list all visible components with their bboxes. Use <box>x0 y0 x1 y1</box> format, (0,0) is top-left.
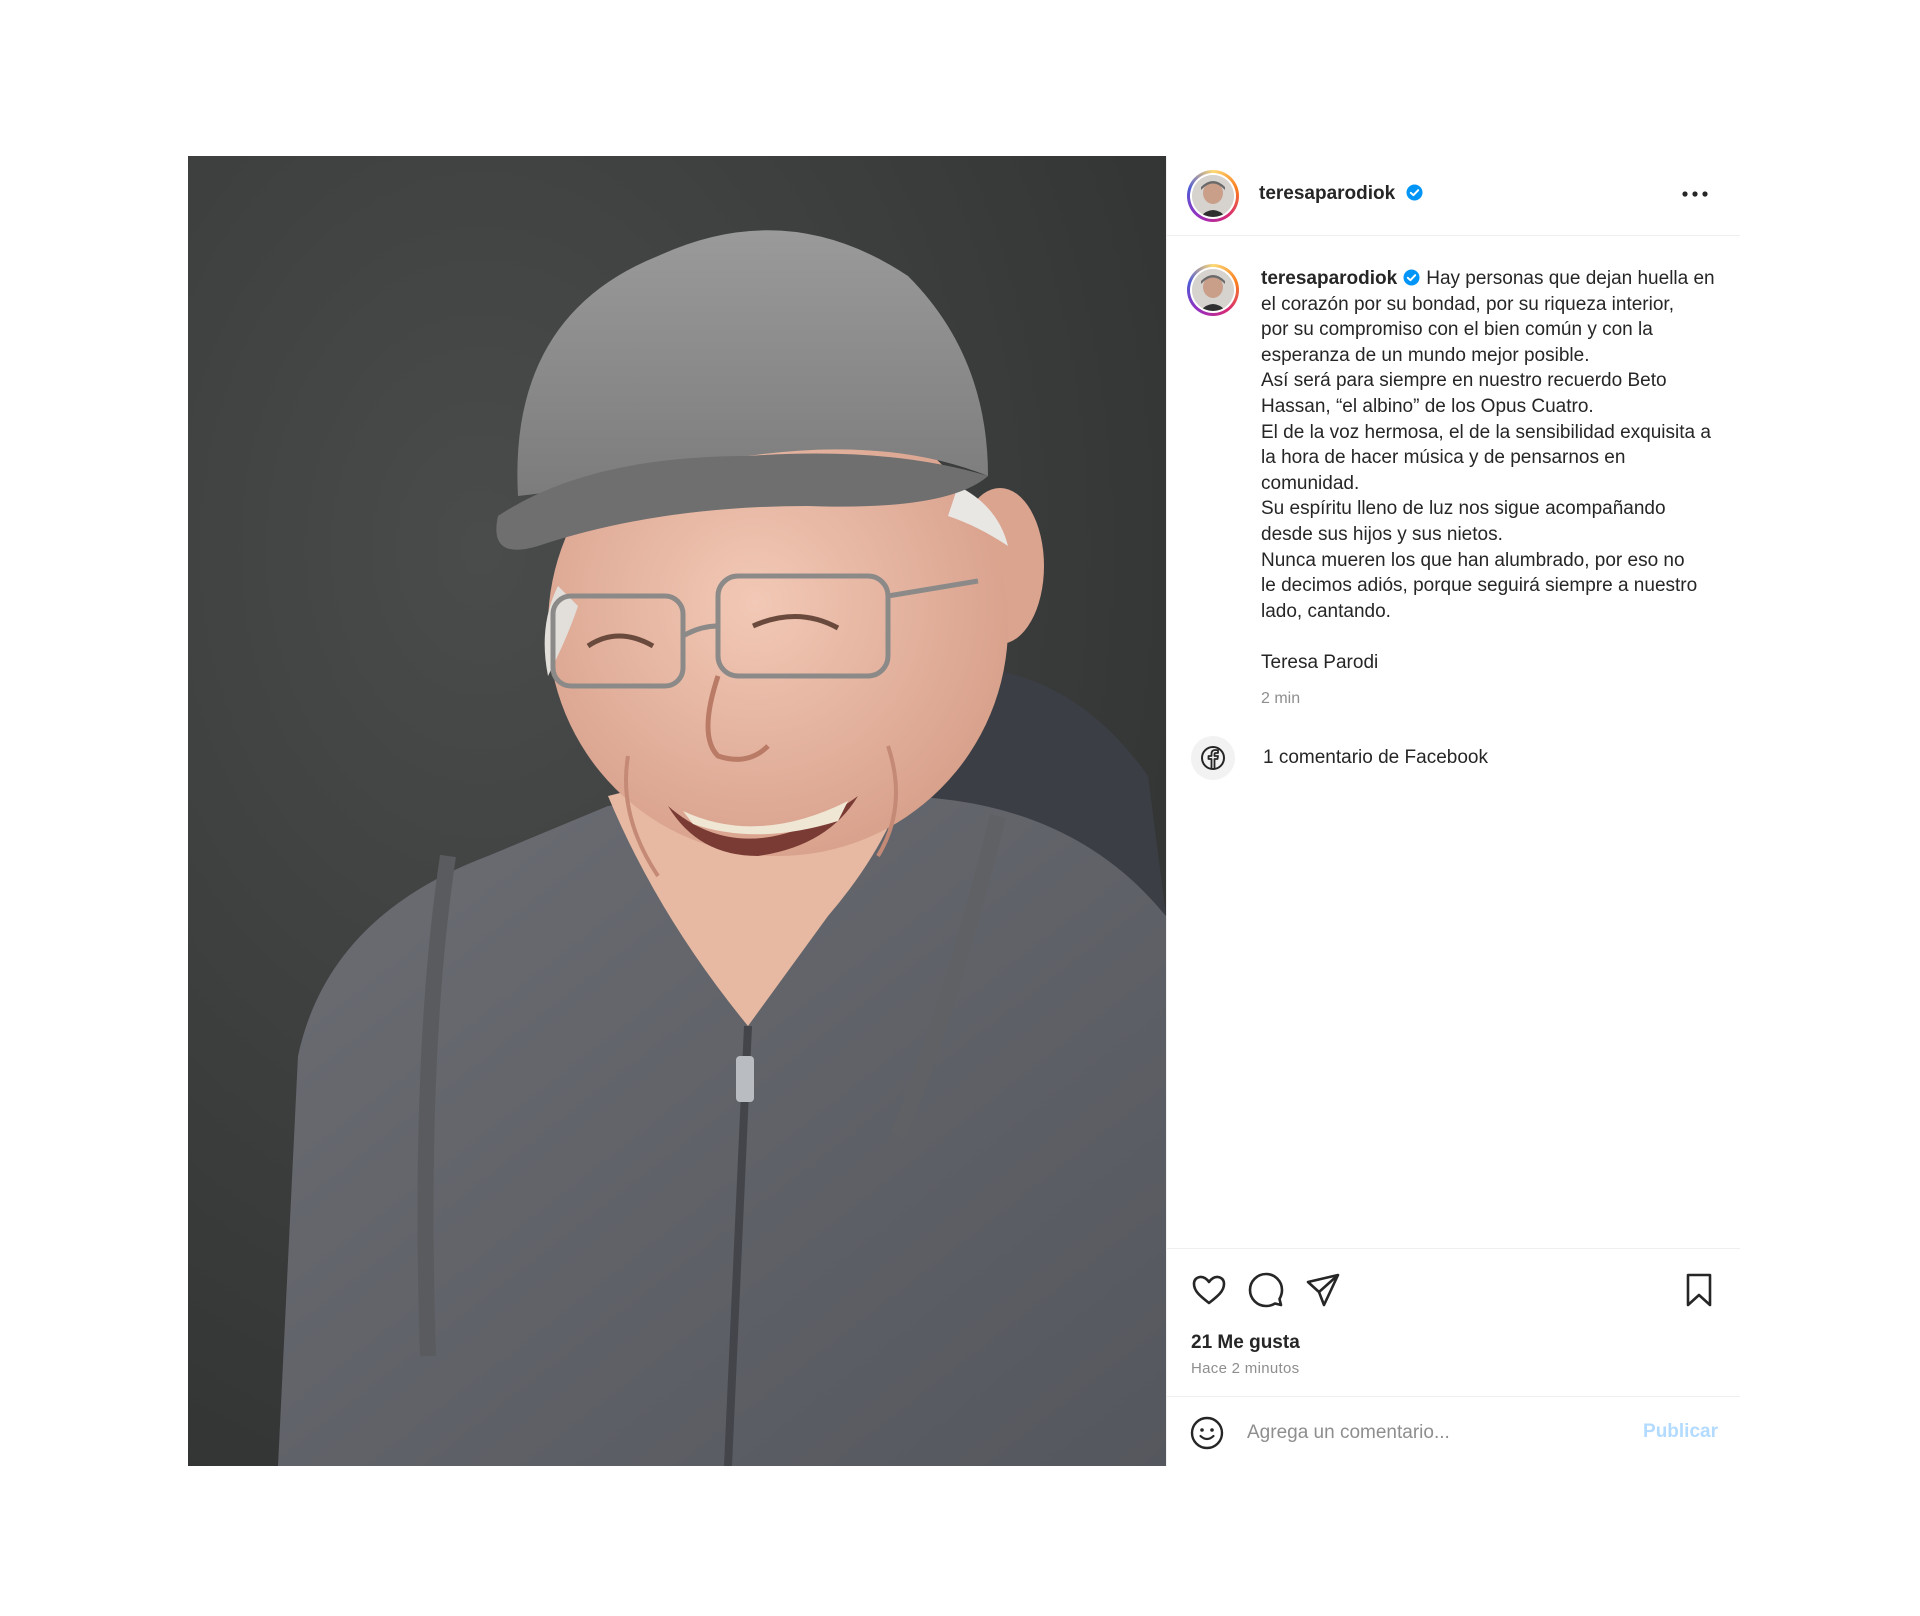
caption-text-line: le decimos adiós, porque seguirá siempre… <box>1261 575 1698 597</box>
post-side-panel: teresaparodiok teresaparodiok Hay person… <box>1166 156 1740 1466</box>
caption-text-line: comunidad. <box>1261 472 1360 494</box>
caption-text-line: el corazón por su bondad, por su riqueza… <box>1261 293 1674 315</box>
comment-bubble-icon[interactable] <box>1246 1270 1286 1310</box>
post-header: teresaparodiok <box>1167 156 1740 236</box>
likes-count[interactable]: 21 Me gusta <box>1191 1332 1300 1354</box>
author-avatar[interactable] <box>1187 170 1239 222</box>
save-bookmark-icon[interactable] <box>1679 1270 1719 1310</box>
facebook-icon <box>1191 736 1235 780</box>
caption-signature: Teresa Parodi <box>1261 652 1379 674</box>
posted-time: Hace 2 minutos <box>1191 1360 1300 1377</box>
caption-text-line: Su espíritu lleno de luz nos sigue acomp… <box>1261 498 1666 520</box>
avatar-ring <box>1190 173 1236 219</box>
comment-composer: Publicar <box>1167 1396 1740 1466</box>
caption-first-line: teresaparodiok Hay personas que dejan hue… <box>1261 266 1723 292</box>
caption-text-line: Nunca mueren los que han alumbrado, por … <box>1261 549 1685 571</box>
avatar-image <box>1192 269 1234 311</box>
caption-text-line: Hay personas que dejan huella en <box>1426 268 1715 289</box>
comment-input[interactable] <box>1245 1415 1619 1451</box>
caption-text-line: El de la voz hermosa, el de la sensibili… <box>1261 421 1711 443</box>
caption-text-line: lado, cantando. <box>1261 600 1391 622</box>
post-photo[interactable] <box>188 156 1166 1466</box>
verified-badge-icon <box>1406 184 1423 201</box>
caption-text-line: Hassan, “el albino” de los Opus Cuatro. <box>1261 395 1594 417</box>
caption-text-line: esperanza de un mundo mejor posible. <box>1261 344 1590 366</box>
caption-avatar[interactable] <box>1187 264 1239 316</box>
caption-text-line: por su compromiso con el bien común y co… <box>1261 319 1653 341</box>
caption-text-line: la hora de hacer música y de pensarnos e… <box>1261 447 1626 469</box>
like-heart-icon[interactable] <box>1189 1270 1229 1310</box>
caption-timestamp[interactable]: 2 min <box>1261 686 1723 712</box>
share-send-icon[interactable] <box>1303 1270 1343 1310</box>
post-caption: teresaparodiok Hay personas que dejan hue… <box>1261 266 1723 712</box>
avatar-image <box>1192 175 1234 217</box>
divider <box>1167 1248 1740 1249</box>
instagram-post-embed: teresaparodiok teresaparodiok Hay person… <box>188 156 1740 1466</box>
caption-text-line: Así será para siempre en nuestro recuerd… <box>1261 370 1667 392</box>
facebook-comments-label: 1 comentario de Facebook <box>1263 747 1488 768</box>
avatar-ring <box>1190 267 1236 313</box>
verified-badge-icon <box>1403 269 1420 286</box>
header-author: teresaparodiok <box>1259 183 1423 205</box>
caption-text-line: desde sus hijos y sus nietos. <box>1261 523 1503 545</box>
facebook-comments-row[interactable]: 1 comentario de Facebook <box>1191 736 1488 780</box>
emoji-icon[interactable] <box>1189 1415 1225 1451</box>
post-actions <box>1189 1270 1719 1310</box>
caption-username[interactable]: teresaparodiok <box>1261 268 1397 289</box>
publish-button[interactable]: Publicar <box>1643 1421 1718 1443</box>
more-horizontal-icon[interactable] <box>1680 184 1710 204</box>
username-link[interactable]: teresaparodiok <box>1259 183 1395 204</box>
